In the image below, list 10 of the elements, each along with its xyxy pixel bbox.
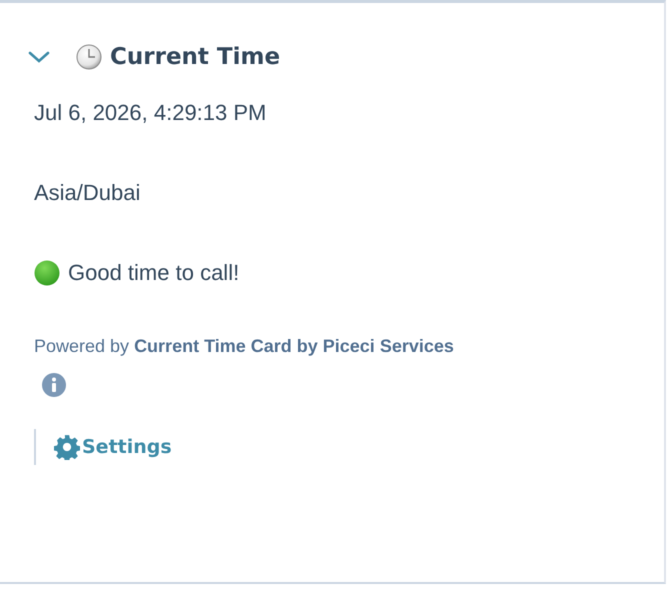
chevron-icon[interactable]	[28, 51, 50, 63]
timezone-text: Asia/Dubai	[34, 179, 142, 207]
settings-link[interactable]: Settings	[54, 434, 172, 460]
card-title: Current Time	[110, 44, 280, 70]
info-icon[interactable]	[42, 373, 66, 397]
settings-icon	[54, 434, 80, 460]
clock-icon	[76, 44, 102, 70]
powered-by-text: Powered by Current Time Card by Piceci Services	[34, 335, 455, 358]
status-text: Good time to call!	[68, 259, 240, 287]
date-time-text: Jul 6, 2026, 4:29:13 PM	[34, 99, 268, 127]
